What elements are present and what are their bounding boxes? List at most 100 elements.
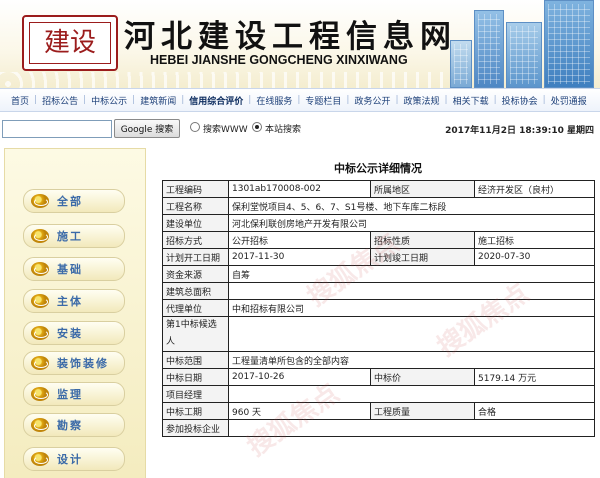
site-title: 河北建设工程信息网 (124, 19, 457, 55)
site-subtitle: HEBEI JIANSHE GONGCHENG XINXIWANG (150, 53, 408, 67)
table-row: 中标工期 960 天 工程质量 合格 (162, 402, 595, 420)
nav-item[interactable]: 政策法规 (399, 94, 445, 107)
header-buildings-image (450, 0, 600, 88)
lens-icon (31, 387, 49, 401)
radio-search-www-label: 搜索WWW (203, 125, 248, 135)
sidebar-item-label: 装饰装修 (57, 357, 109, 370)
nav-item[interactable]: 政务公开 (349, 94, 395, 107)
value-scope: 工程量清单所包含的全部内容 (228, 351, 595, 369)
value-other-bidders (228, 419, 595, 437)
value-floor-area (228, 282, 595, 300)
lens-icon (31, 262, 49, 276)
table-row: 中标日期 2017-10-26 中标价 5179.14 万元 (162, 368, 595, 386)
value-name: 保利堂悦项目4、5、6、7、S1号楼、地下车库二标段 (228, 197, 595, 215)
search-bar: Google 搜索 搜索WWW 本站搜索 2017年11月2日 18:39:10… (0, 116, 600, 140)
radio-search-www[interactable] (190, 122, 200, 132)
value-bid-method: 公开招标 (228, 231, 371, 249)
google-search-button[interactable]: Google 搜索 (114, 119, 180, 138)
lens-icon (31, 194, 49, 208)
label-floor-area: 建筑总面积 (162, 282, 229, 300)
sidebar-item-label: 基础 (57, 263, 83, 276)
current-datetime: 2017年11月2日 18:39:10 星期四 (445, 126, 594, 136)
value-price: 5179.14 万元 (474, 368, 595, 386)
label-duration: 中标工期 (162, 402, 229, 420)
label-manager: 项目经理 (162, 385, 229, 403)
nav-item[interactable]: 首页 (6, 94, 34, 107)
site-header: 建设 河北建设工程信息网 HEBEI JIANSHE GONGCHENG XIN… (0, 0, 600, 88)
table-row: 中标范围 工程量清单所包含的全部内容 (162, 351, 595, 369)
label-code: 工程编码 (162, 180, 229, 198)
value-candidate (228, 316, 595, 352)
lens-icon (31, 326, 49, 340)
value-manager (228, 385, 595, 403)
sidebar-item-all[interactable]: 全部 (23, 189, 125, 213)
value-code: 1301ab170008-002 (228, 180, 371, 198)
table-row: 招标方式 公开招标 招标性质 施工招标 (162, 231, 595, 249)
table-row: 建筑总面积 (162, 282, 595, 300)
value-win-date: 2017-10-26 (228, 368, 371, 386)
table-row: 工程名称 保利堂悦项目4、5、6、7、S1号楼、地下车库二标段 (162, 197, 595, 215)
label-funds: 资金来源 (162, 265, 229, 283)
nav-item[interactable]: 信用综合评价 (184, 94, 248, 107)
bid-detail-panel: 中标公示详细情况 工程编码 1301ab170008-002 所属地区 经济开发… (162, 148, 595, 477)
label-scope: 中标范围 (162, 351, 229, 369)
table-row: 参加投标企业 (162, 419, 595, 437)
value-bid-nature: 施工招标 (474, 231, 595, 249)
sidebar-item-decoration[interactable]: 装饰装修 (23, 351, 125, 375)
sidebar-item-label: 全部 (57, 195, 83, 208)
label-agent: 代理单位 (162, 299, 229, 317)
lens-icon (31, 452, 49, 466)
bid-detail-table: 工程编码 1301ab170008-002 所属地区 经济开发区（良村） 工程名… (162, 180, 595, 437)
sidebar-item-label: 设计 (57, 453, 83, 466)
sidebar-item-structure[interactable]: 主体 (23, 289, 125, 313)
radio-search-site-label: 本站搜索 (265, 125, 302, 135)
nav-item[interactable]: 在线服务 (251, 94, 297, 107)
label-candidate: 第1中标候选人 (162, 316, 229, 352)
sidebar-item-label: 主体 (57, 295, 83, 308)
value-start: 2017-11-30 (228, 248, 371, 266)
sidebar-item-label: 施工 (57, 230, 83, 243)
table-row: 建设单位 河北保利联创房地产开发有限公司 (162, 214, 595, 232)
value-end: 2020-07-30 (474, 248, 595, 266)
nav-item[interactable]: 专题栏目 (300, 94, 346, 107)
main-nav: 首页 | 招标公告 | 中标公示 | 建筑新闻 | 信用综合评价 | 在线服务 | 专题栏目 | 政务公开 |… (0, 88, 600, 112)
label-bid-nature: 招标性质 (370, 231, 475, 249)
sidebar-item-installation[interactable]: 安装 (23, 321, 125, 345)
value-quality: 合格 (474, 402, 595, 420)
label-area: 所属地区 (370, 180, 475, 198)
logo-seal-text: 建设 (29, 22, 111, 64)
nav-item[interactable]: 中标公示 (86, 94, 132, 107)
table-row: 工程编码 1301ab170008-002 所属地区 经济开发区（良村） (162, 180, 595, 198)
sidebar-item-supervision[interactable]: 监理 (23, 382, 125, 406)
label-bid-method: 招标方式 (162, 231, 229, 249)
sidebar-item-label: 安装 (57, 327, 83, 340)
radio-search-site[interactable] (252, 122, 262, 132)
value-duration: 960 天 (228, 402, 371, 420)
nav-item[interactable]: 建筑新闻 (135, 94, 181, 107)
lens-icon (31, 294, 49, 308)
sidebar-item-label: 勘察 (57, 419, 83, 432)
detail-title: 中标公示详细情况 (334, 162, 422, 175)
sidebar-item-survey[interactable]: 勘察 (23, 413, 125, 437)
sidebar-item-construction[interactable]: 施工 (23, 224, 125, 248)
nav-item[interactable]: 投标协会 (497, 94, 543, 107)
search-input[interactable] (2, 120, 112, 138)
sidebar-item-design[interactable]: 设计 (23, 447, 125, 471)
nav-item[interactable]: 招标公告 (37, 94, 83, 107)
label-win-date: 中标日期 (162, 368, 229, 386)
label-name: 工程名称 (162, 197, 229, 215)
table-row: 资金来源 自筹 (162, 265, 595, 283)
sidebar-item-foundation[interactable]: 基础 (23, 257, 125, 281)
site-logo[interactable]: 建设 (22, 15, 118, 71)
nav-item[interactable]: 处罚通报 (546, 94, 592, 107)
table-row: 项目经理 (162, 385, 595, 403)
value-area: 经济开发区（良村） (474, 180, 595, 198)
sidebar-item-label: 监理 (57, 388, 83, 401)
table-row: 计划开工日期 2017-11-30 计划竣工日期 2020-07-30 (162, 248, 595, 266)
lens-icon (31, 356, 49, 370)
value-agent: 中和招标有限公司 (228, 299, 595, 317)
nav-item[interactable]: 相关下载 (448, 94, 494, 107)
value-funds: 自筹 (228, 265, 595, 283)
label-price: 中标价 (370, 368, 475, 386)
lens-icon (31, 418, 49, 432)
